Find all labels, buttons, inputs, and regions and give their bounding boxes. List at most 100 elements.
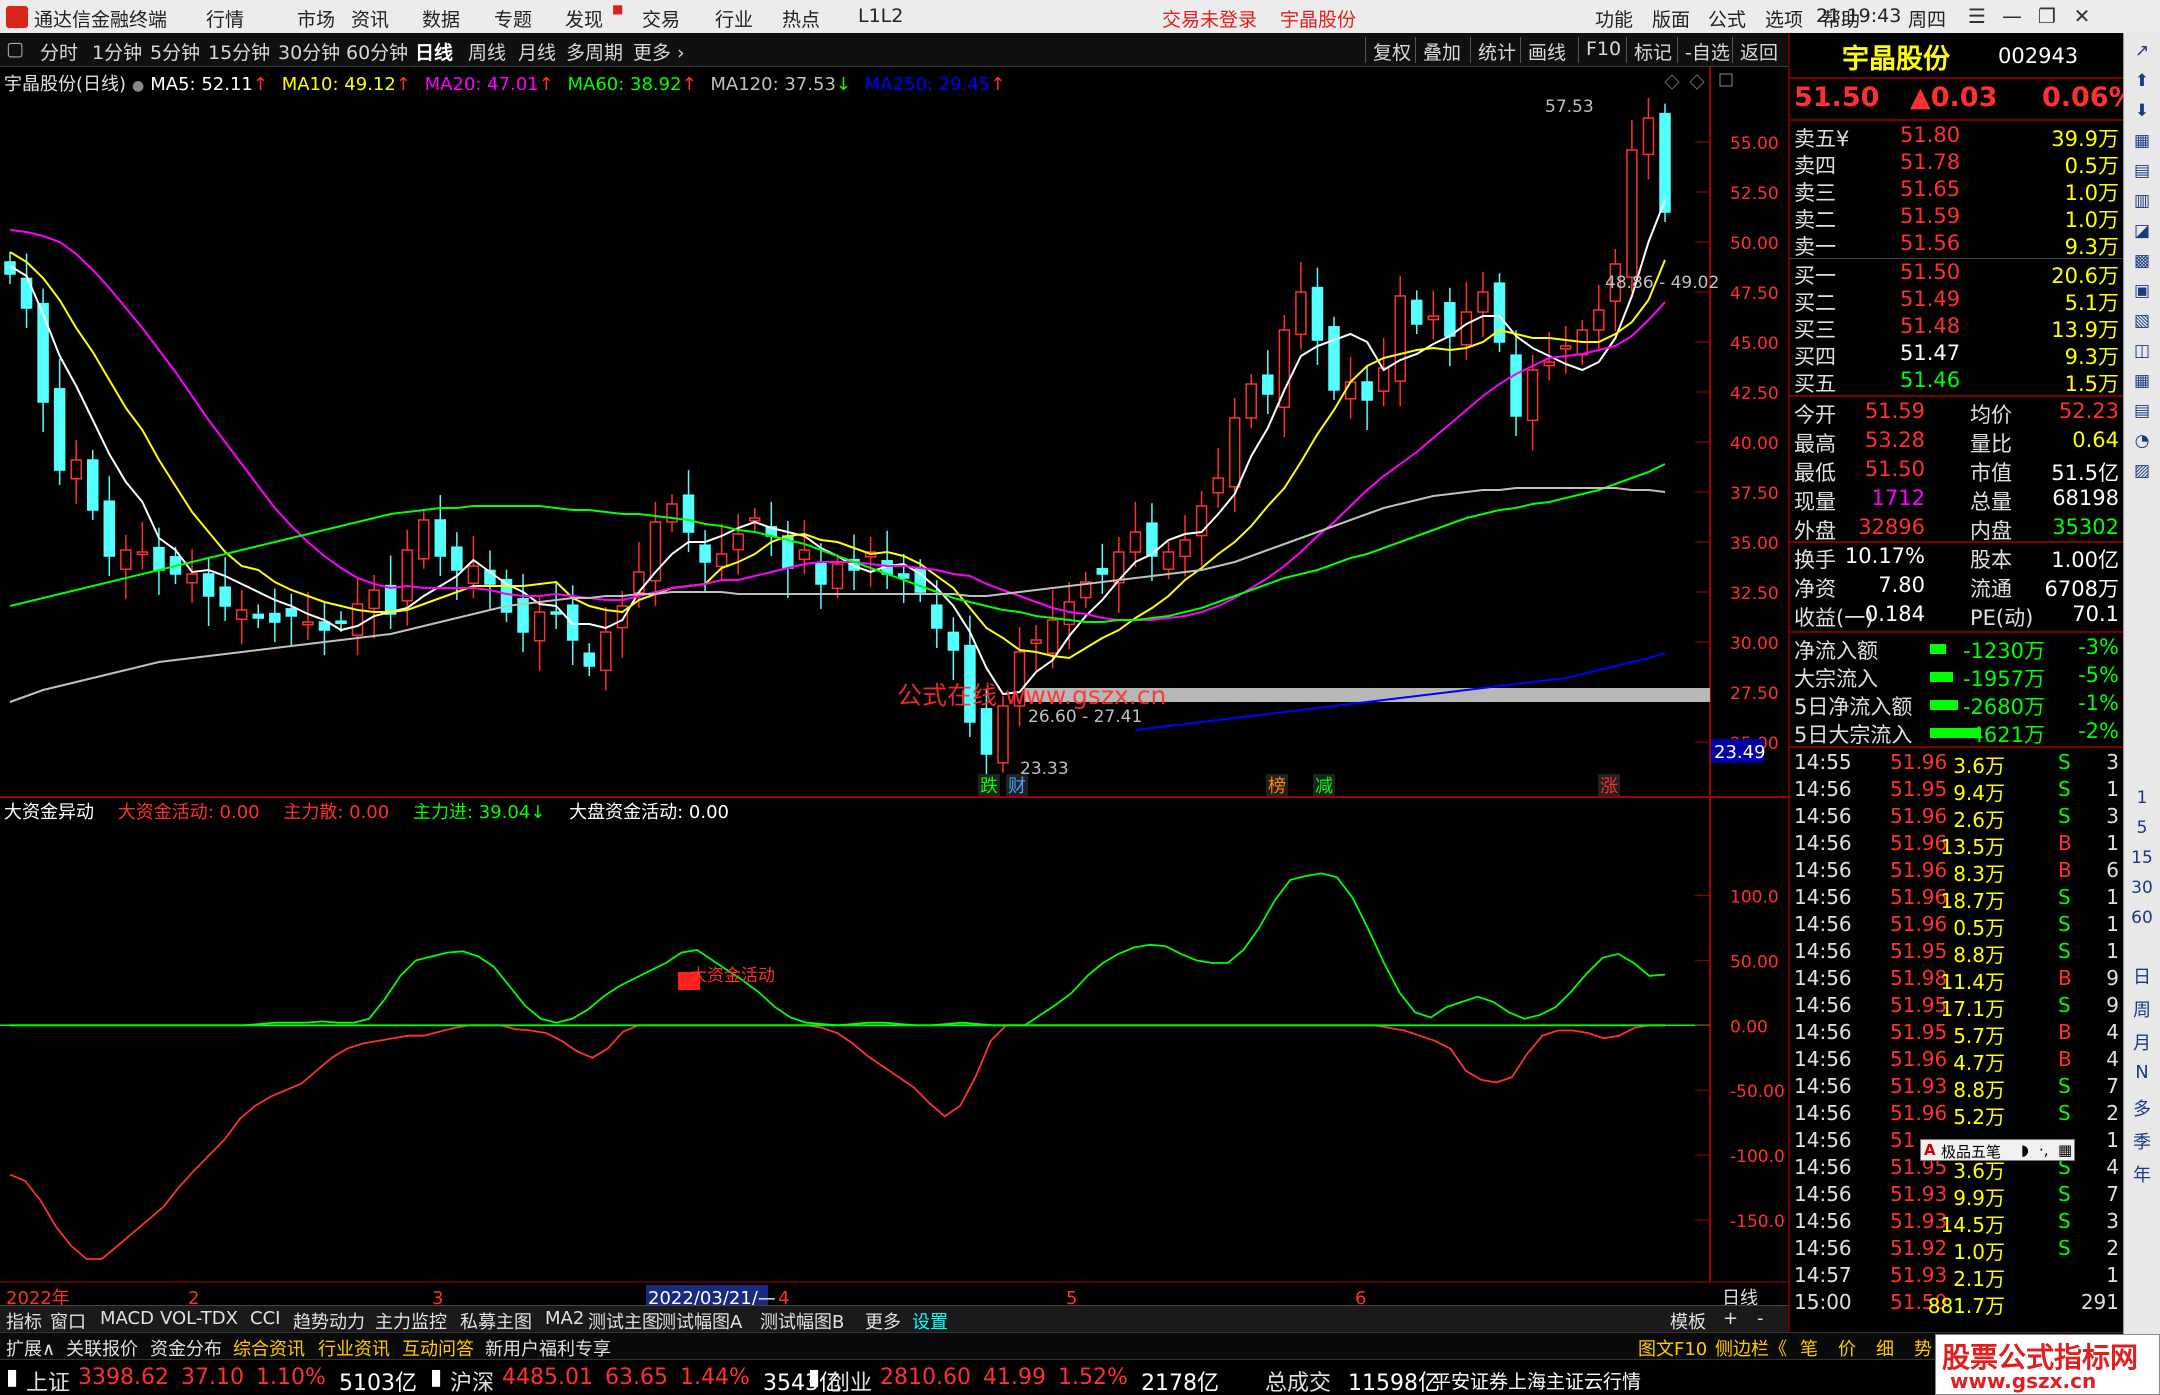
sidebar-period-3[interactable]: N — [2128, 1062, 2156, 1083]
period-tab-5[interactable]: 60分钟 — [346, 38, 408, 65]
sidebar-icon[interactable]: ▦ — [2128, 131, 2156, 151]
info-tab-2[interactable]: 资金分布 — [150, 1335, 222, 1361]
status-index-name[interactable]: 沪深 — [450, 1365, 494, 1395]
period-tab-0[interactable]: 分时 — [40, 38, 78, 65]
bid-row-4[interactable]: 买五 51.46 1.5万 — [1790, 368, 2125, 396]
chart-settings-icon[interactable]: ● — [132, 78, 144, 94]
status-index-name[interactable]: 创业 — [828, 1365, 872, 1395]
period-tab-2[interactable]: 5分钟 — [150, 38, 200, 65]
sidebar-icon[interactable]: ↗ — [2128, 41, 2156, 61]
indicator-tab-13[interactable]: 设置 — [912, 1308, 948, 1334]
status-index-name[interactable]: 上证 — [26, 1365, 70, 1395]
info-right-tab-1[interactable]: 侧边栏《 — [1715, 1335, 1787, 1361]
sidebar-icon[interactable]: ◫ — [2128, 341, 2156, 361]
template-btn-0[interactable]: 模板 — [1670, 1308, 1706, 1334]
info-tab-6[interactable]: 新用户福利专享 — [485, 1335, 611, 1361]
close-icon[interactable]: ✕ — [2065, 3, 2099, 29]
indicator-tab-5[interactable]: 趋势动力 — [293, 1308, 365, 1334]
menu-2[interactable]: 资讯 — [351, 5, 389, 32]
sidebar-period-4[interactable]: 多 — [2128, 1095, 2156, 1121]
period-tab-4[interactable]: 30分钟 — [278, 38, 340, 65]
period-tab-8[interactable]: 月线 — [518, 38, 556, 65]
template-btn-1[interactable]: + — [1723, 1308, 1738, 1329]
sidebar-period-1[interactable]: 周 — [2128, 996, 2156, 1022]
indicator-tab-2[interactable]: MACD — [100, 1308, 154, 1329]
period-tab-6[interactable]: 日线 — [415, 38, 453, 65]
chart-tool-4[interactable]: F10 — [1586, 38, 1621, 60]
menu-8[interactable]: 热点 — [782, 5, 820, 32]
bid-row-1[interactable]: 买二 51.49 5.1万 — [1790, 287, 2125, 315]
menu-3[interactable]: 数据 — [422, 5, 460, 32]
indicator-tab-1[interactable]: 窗口 — [50, 1308, 86, 1334]
event-tag-2[interactable]: 榜 — [1268, 776, 1286, 797]
chart-tool-0[interactable]: 复权 — [1373, 38, 1411, 65]
info-right-tab-3[interactable]: 价 — [1838, 1335, 1856, 1361]
sidebar-num-4[interactable]: 60 — [2128, 908, 2156, 928]
menu-4[interactable]: 专题 — [494, 5, 532, 32]
period-tab-7[interactable]: 周线 — [468, 38, 506, 65]
ask-row-2[interactable]: 卖三 51.65 1.0万 — [1790, 177, 2125, 205]
event-tag-3[interactable]: 减 — [1315, 776, 1333, 797]
bid-row-0[interactable]: 买一 51.50 20.6万 — [1790, 260, 2125, 288]
chart-tool-1[interactable]: 叠加 — [1423, 38, 1461, 65]
info-tab-0[interactable]: 扩展∧ — [6, 1335, 55, 1361]
sidebar-period-6[interactable]: 年 — [2128, 1161, 2156, 1187]
sidebar-icon[interactable]: ▧ — [2128, 311, 2156, 331]
menu-icon[interactable]: ☰ — [1960, 3, 1994, 29]
bid-row-2[interactable]: 买三 51.48 13.9万 — [1790, 314, 2125, 342]
sidebar-icon[interactable]: ⬇ — [2128, 101, 2156, 121]
menu-0[interactable]: 行情 — [206, 5, 244, 32]
template-btn-2[interactable]: - — [1757, 1308, 1764, 1329]
chart-tool-7[interactable]: 返回 — [1740, 38, 1778, 65]
info-right-tab-2[interactable]: 笔 — [1800, 1335, 1818, 1361]
info-right-tab-5[interactable]: 势 — [1914, 1335, 1932, 1361]
sidebar-icon[interactable]: ⬆ — [2128, 71, 2156, 91]
menu-6[interactable]: 交易 — [642, 5, 680, 32]
indicator-tab-12[interactable]: 更多 — [865, 1308, 901, 1334]
stock-name-link[interactable]: 宇晶股份 — [1280, 5, 1356, 32]
sidebar-icon[interactable]: ▦ — [2128, 371, 2156, 391]
event-tag-0[interactable]: 跌 — [980, 776, 998, 797]
sidebar-num-3[interactable]: 30 — [2128, 878, 2156, 898]
ime-keyboard-icon[interactable]: ▦ — [2058, 1141, 2072, 1159]
sidebar-icon[interactable]: ▨ — [2128, 461, 2156, 481]
sidebar-num-0[interactable]: 1 — [2128, 788, 2156, 808]
info-right-tab-4[interactable]: 细 — [1876, 1335, 1894, 1361]
indicator-tab-6[interactable]: 主力监控 — [375, 1308, 447, 1334]
info-tab-5[interactable]: 互动问答 — [402, 1335, 474, 1361]
menu-1[interactable]: 市场 — [297, 5, 335, 32]
ime-moon-icon[interactable]: ◗ — [2021, 1141, 2029, 1159]
chart-tool-5[interactable]: 标记 — [1634, 38, 1672, 65]
indicator-tab-7[interactable]: 私募主图 — [460, 1308, 532, 1334]
menu-7[interactable]: 行业 — [715, 5, 753, 32]
event-tag-4[interactable]: 涨 — [1600, 776, 1618, 797]
chart-tool-3[interactable]: 画线 — [1528, 38, 1566, 65]
sidebar-period-5[interactable]: 季 — [2128, 1128, 2156, 1154]
period-tab-10[interactable]: 更多 › — [633, 38, 685, 65]
ask-row-1[interactable]: 卖四 51.78 0.5万 — [1790, 150, 2125, 178]
sidebar-icon[interactable]: ▥ — [2128, 191, 2156, 211]
indicator-tab-3[interactable]: VOL-TDX — [160, 1308, 238, 1329]
sidebar-icon[interactable]: ▣ — [2128, 281, 2156, 301]
info-tab-1[interactable]: 关联报价 — [66, 1335, 138, 1361]
ask-row-0[interactable]: 卖五¥ 51.80 39.9万 — [1790, 123, 2125, 151]
event-tag-1[interactable]: 财 — [1008, 776, 1026, 797]
restore-icon[interactable]: ❐ — [2030, 3, 2064, 29]
ime-punct-icon[interactable]: ·, — [2039, 1141, 2049, 1159]
login-status[interactable]: 交易未登录 — [1162, 5, 1257, 32]
period-tab-9[interactable]: 多周期 — [566, 38, 623, 65]
sidebar-num-2[interactable]: 15 — [2128, 848, 2156, 868]
chart-area[interactable]: 55.00 52.50 50.00 47.50 45.00 42.50 40.00 37.50… — [0, 67, 1788, 1312]
sidebar-period-0[interactable]: 日 — [2128, 963, 2156, 989]
sidebar-icon[interactable]: ▩ — [2128, 251, 2156, 271]
right-menu-3[interactable]: 选项 — [1765, 5, 1803, 32]
minimize-icon[interactable]: — — [1995, 3, 2029, 29]
info-right-tab-0[interactable]: 图文F10 — [1638, 1335, 1707, 1361]
period-tab-3[interactable]: 15分钟 — [208, 38, 270, 65]
right-menu-2[interactable]: 公式 — [1708, 5, 1746, 32]
chart-tool-6[interactable]: -自选 — [1685, 38, 1730, 65]
sidebar-num-1[interactable]: 5 — [2128, 818, 2156, 838]
ime-toolbar[interactable]: A 极品五笔 ◗ ·, ▦ — [1920, 1139, 2075, 1161]
indicator-tab-8[interactable]: MA2 — [545, 1308, 584, 1329]
info-tab-4[interactable]: 行业资讯 — [318, 1335, 390, 1361]
